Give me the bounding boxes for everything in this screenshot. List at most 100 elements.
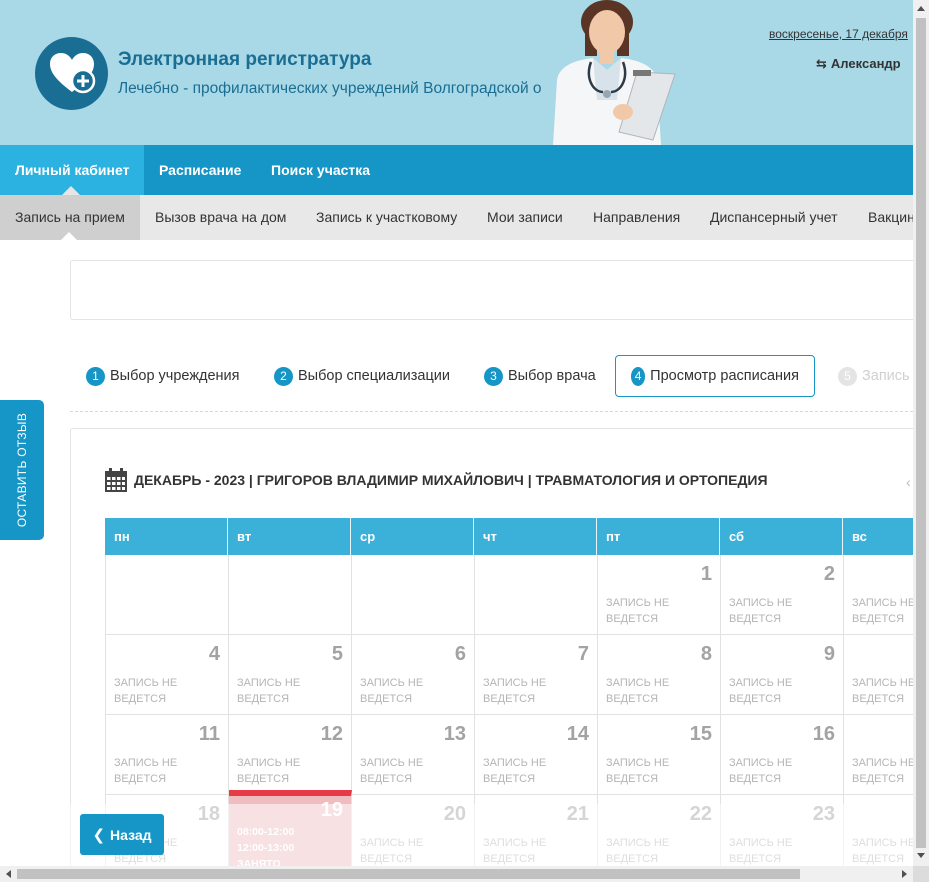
sub-nav-item-vaccination[interactable]: Вакцин (868, 195, 913, 240)
calendar-day-cell: 13 ЗАПИСЬ НЕ ВЕДЕТСЯ (352, 715, 475, 795)
calendar-day-cell: 17ЗАПИСЬ НЕ ВЕДЕТСЯ (844, 715, 913, 795)
heart-logo-icon[interactable] (35, 37, 108, 110)
sub-nav-active-caret (61, 232, 77, 240)
calendar-day-number: 5 (331, 643, 343, 665)
step-number: 2 (274, 366, 293, 386)
feedback-tab-label: ОСТАВИТЬ ОТЗЫВ (15, 412, 29, 528)
feedback-tab[interactable]: ОСТАВИТЬ ОТЗЫВ (0, 400, 44, 540)
calendar-day-status: ЗАПИСЬ НЕ ВЕДЕТСЯ (729, 597, 793, 625)
calendar-day-status: ЗАПИСЬ НЕ ВЕДЕТСЯ (237, 677, 301, 705)
chevron-left-icon: ❮ (92, 826, 106, 844)
calendar-day-status: ЗАПИСЬ НЕ ВЕДЕТСЯ (606, 757, 670, 785)
calendar-day-status: ЗАПИСЬ НЕ ВЕДЕТСЯ (360, 757, 424, 785)
main-nav-item-schedule[interactable]: Расписание (144, 145, 256, 195)
sub-nav-item-referrals[interactable]: Направления (593, 195, 680, 240)
calendar-day-number: 13 (443, 723, 466, 745)
calendar-day-number: 12 (320, 723, 343, 745)
calendar-day-status: ЗАПИСЬ НЕ ВЕДЕТСЯ (729, 757, 793, 785)
doctor-illustration (553, 0, 676, 145)
step-booking: 5 Запись (838, 356, 910, 396)
weekday-sun: вс (843, 518, 913, 555)
sub-nav-item-home-call[interactable]: Вызов врача на дом (155, 195, 286, 240)
calendar-day-cell (352, 555, 475, 635)
step-label: Запись (862, 368, 910, 384)
scroll-down-arrow-icon[interactable] (917, 853, 925, 858)
brand-title[interactable]: Электронная регистратура (118, 49, 371, 71)
step-specialization[interactable]: 2 Выбор специализации (274, 356, 450, 396)
calendar-prev-icon[interactable]: ‹ (906, 474, 911, 490)
calendar-icon (105, 467, 127, 492)
calendar-day-cell: 1 ЗАПИСЬ НЕ ВЕДЕТСЯ (598, 555, 721, 635)
calendar-day-status: ЗАПИСЬ НЕ ВЕДЕТСЯ (360, 677, 424, 705)
page-viewport: Электронная регистратура Лечебно - профи… (0, 0, 913, 866)
step-institution[interactable]: 1 Выбор учреждения (86, 356, 240, 396)
calendar-day-cell: 4 ЗАПИСЬ НЕ ВЕДЕТСЯ (106, 635, 229, 715)
scroll-right-arrow-icon[interactable] (902, 870, 907, 878)
weekday-wed: ср (351, 518, 474, 555)
calendar-day-cell: 8 ЗАПИСЬ НЕ ВЕДЕТСЯ (598, 635, 721, 715)
calendar-day-status: ЗАПИСЬ НЕ ВЕДЕТСЯ (237, 757, 301, 785)
calendar-day-cell (229, 555, 352, 635)
step-doctor[interactable]: 3 Выбор врача (484, 356, 596, 396)
step-label: Просмотр расписания (650, 368, 799, 384)
scroll-up-arrow-icon[interactable] (917, 6, 925, 11)
calendar-day-status: ЗАПИСЬ НЕ ВЕДЕТСЯ (483, 677, 547, 705)
calendar-day-number: 6 (454, 643, 466, 665)
back-button[interactable]: ❮ Назад (80, 814, 164, 855)
step-label: Выбор врача (508, 368, 596, 384)
calendar-day-status: ЗАПИСЬ НЕ ВЕДЕТСЯ (114, 757, 178, 785)
sub-nav: Запись на прием Вызов врача на дом Запис… (0, 195, 913, 240)
vertical-scrollbar[interactable] (913, 0, 929, 866)
calendar-day-number: 14 (566, 723, 589, 745)
weekday-fri: пт (597, 518, 720, 555)
swap-icon: ⇆ (816, 56, 827, 71)
weekday-thu: чт (474, 518, 597, 555)
weekday-sat: сб (720, 518, 843, 555)
calendar-day-status: ЗАПИСЬ НЕ ВЕДЕТСЯ (606, 677, 670, 705)
calendar-day-cell (475, 555, 598, 635)
calendar-title: ДЕКАБРЬ - 2023 | ГРИГОРОВ ВЛАДИМИР МИХАЙ… (105, 467, 768, 492)
calendar-day-cell: 2 ЗАПИСЬ НЕ ВЕДЕТСЯ (721, 555, 844, 635)
step-schedule[interactable]: 4 Просмотр расписания (615, 355, 815, 397)
weekday-tue: вт (228, 518, 351, 555)
calendar-day-number: 11 (198, 723, 220, 745)
calendar-day-number: 1 (700, 563, 712, 585)
calendar-day-cell: 14 ЗАПИСЬ НЕ ВЕДЕТСЯ (475, 715, 598, 795)
step-number: 1 (86, 366, 105, 386)
calendar-day-cell: 16 ЗАПИСЬ НЕ ВЕДЕТСЯ (721, 715, 844, 795)
sub-nav-item-district-doctor[interactable]: Запись к участковому (316, 195, 457, 240)
calendar-day-number: 16 (812, 723, 835, 745)
calendar-day-cell: 9 ЗАПИСЬ НЕ ВЕДЕТСЯ (721, 635, 844, 715)
calendar-day-number: 2 (823, 563, 835, 585)
step-label: Выбор специализации (298, 368, 450, 384)
sub-nav-item-dispensary[interactable]: Диспансерный учет (710, 195, 838, 240)
calendar-day-cell (106, 555, 229, 635)
main-nav-active-caret (62, 186, 80, 195)
calendar-day-status: ЗАПИСЬ НЕ ВЕДЕТСЯ (729, 677, 793, 705)
info-panel (70, 260, 913, 320)
step-number: 4 (631, 366, 646, 386)
calendar-day-status: ЗАПИСЬ НЕ ВЕДЕТСЯ (852, 597, 913, 625)
calendar-title-text: ДЕКАБРЬ - 2023 | ГРИГОРОВ ВЛАДИМИР МИХАЙ… (134, 471, 768, 488)
calendar-day-cell: 15 ЗАПИСЬ НЕ ВЕДЕТСЯ (598, 715, 721, 795)
user-menu[interactable]: ⇆ Александр (816, 56, 901, 72)
vertical-scroll-thumb[interactable] (916, 18, 926, 848)
calendar-day-number: 15 (689, 723, 712, 745)
current-date-link[interactable]: воскресенье, 17 декабря (769, 27, 908, 41)
main-nav: Личный кабинет Расписание Поиск участка (0, 145, 913, 195)
horizontal-scroll-thumb[interactable] (17, 869, 800, 879)
user-name: Александр (830, 56, 901, 71)
sub-nav-item-my-records[interactable]: Мои записи (487, 195, 563, 240)
main-nav-item-area-search[interactable]: Поиск участка (256, 145, 385, 195)
calendar-day-cell: 12 ЗАПИСЬ НЕ ВЕДЕТСЯ (229, 715, 352, 795)
scroll-left-arrow-icon[interactable] (6, 870, 11, 878)
calendar-day-status: ЗАПИСЬ НЕ ВЕДЕТСЯ (483, 757, 547, 785)
scrollbar-corner (913, 866, 929, 882)
horizontal-scrollbar[interactable] (0, 866, 913, 882)
calendar-day-cell: 5 ЗАПИСЬ НЕ ВЕДЕТСЯ (229, 635, 352, 715)
calendar-day-status: ЗАПИСЬ НЕ ВЕДЕТСЯ (852, 757, 913, 785)
calendar-day-cell: 11 ЗАПИСЬ НЕ ВЕДЕТСЯ (106, 715, 229, 795)
back-button-label: Назад (110, 826, 152, 843)
step-number: 5 (838, 366, 857, 386)
bottom-overlay (70, 804, 913, 866)
